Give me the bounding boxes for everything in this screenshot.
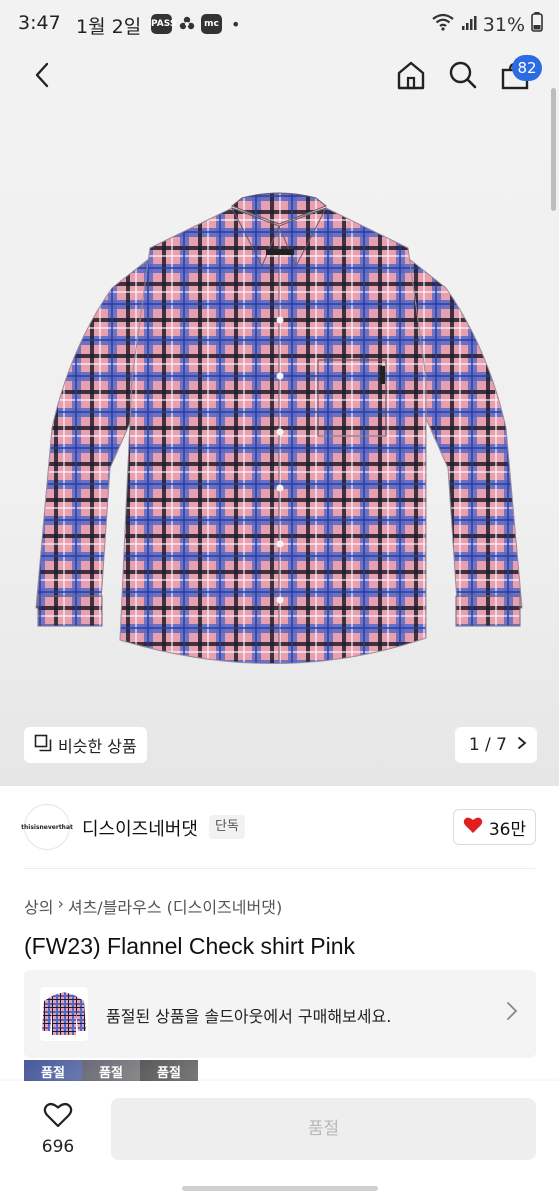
brand-like-button[interactable]: 36만: [453, 809, 536, 845]
signal-icon: [461, 14, 477, 36]
heart-filled-icon: [463, 816, 483, 839]
chevron-right-icon: [517, 735, 527, 755]
status-date: 1월 2일: [76, 16, 142, 38]
breadcrumb-subcategory[interactable]: 셔츠/블라우스 (디스이즈네버댓): [68, 894, 282, 918]
cart-count-badge: 82: [512, 55, 542, 81]
status-bar: 3:47 1월 2일 PASS mc • 31%: [0, 0, 559, 48]
color-swatch[interactable]: 품절: [24, 1060, 82, 1082]
swatch-soldout-label: 품절: [157, 1066, 181, 1081]
breadcrumb: 상의 › 셔츠/블라우스 (디스이즈네버댓): [24, 894, 282, 918]
product-image-gallery[interactable]: [0, 48, 559, 786]
pass-app-icon: PASS: [151, 14, 176, 34]
breadcrumb-separator: ›: [57, 894, 64, 913]
swatch-soldout-label: 품절: [41, 1066, 65, 1081]
copy-icon: [34, 734, 52, 756]
flower-app-icon: [177, 14, 197, 38]
brand-name[interactable]: 디스이즈네버댓: [82, 815, 198, 841]
divider: [24, 868, 535, 869]
battery-percent: 31%: [482, 13, 525, 36]
brand-logo[interactable]: thisisneverthat: [21, 804, 73, 850]
breadcrumb-category[interactable]: 상의: [24, 894, 53, 918]
swatch-soldout-label: 품절: [99, 1066, 123, 1081]
chevron-right-icon: [506, 1000, 518, 1026]
color-swatches: 품절 품절 품절: [24, 1060, 198, 1082]
home-icon: [395, 59, 427, 95]
color-swatch[interactable]: 품절: [140, 1060, 198, 1082]
wifi-icon: [431, 13, 455, 36]
exclusive-tag: 단독: [209, 815, 245, 839]
wishlist-count: 696: [41, 1137, 75, 1157]
home-indicator[interactable]: [182, 1186, 378, 1191]
image-pager[interactable]: 1 / 7: [454, 727, 537, 763]
status-right: 31%: [431, 12, 543, 37]
wishlist-button[interactable]: 696: [28, 1101, 88, 1157]
bottom-action-bar: 696 품절: [0, 1081, 559, 1200]
pager-text: 1 / 7: [468, 735, 507, 755]
color-swatch[interactable]: 품절: [82, 1060, 140, 1082]
battery-icon: [531, 12, 543, 37]
heart-outline-icon: [43, 1103, 73, 1133]
back-button[interactable]: [26, 60, 58, 94]
notification-dot: •: [231, 15, 241, 34]
home-button[interactable]: [393, 58, 429, 96]
product-title: (FW23) Flannel Check shirt Pink: [24, 933, 356, 959]
brand-like-count: 36만: [488, 819, 527, 840]
status-time: 3:47: [18, 12, 61, 34]
mc-app-icon: mc: [201, 14, 222, 34]
search-button[interactable]: [445, 58, 481, 96]
soldout-banner-text: 품절된 상품을 솔드아웃에서 구매해보세요.: [106, 1007, 392, 1026]
soldout-banner[interactable]: 품절된 상품을 솔드아웃에서 구매해보세요.: [24, 970, 536, 1058]
search-icon: [448, 60, 478, 94]
soldout-buy-button[interactable]: 품절: [111, 1098, 536, 1160]
product-image: [35, 192, 523, 664]
chevron-left-icon: [33, 61, 51, 93]
similar-products-label: 비슷한 상품: [58, 737, 137, 756]
soldout-thumbnail: [40, 987, 88, 1041]
similar-products-button[interactable]: 비슷한 상품: [24, 727, 147, 763]
brand-logo-text: thisisneverthat: [21, 823, 73, 831]
